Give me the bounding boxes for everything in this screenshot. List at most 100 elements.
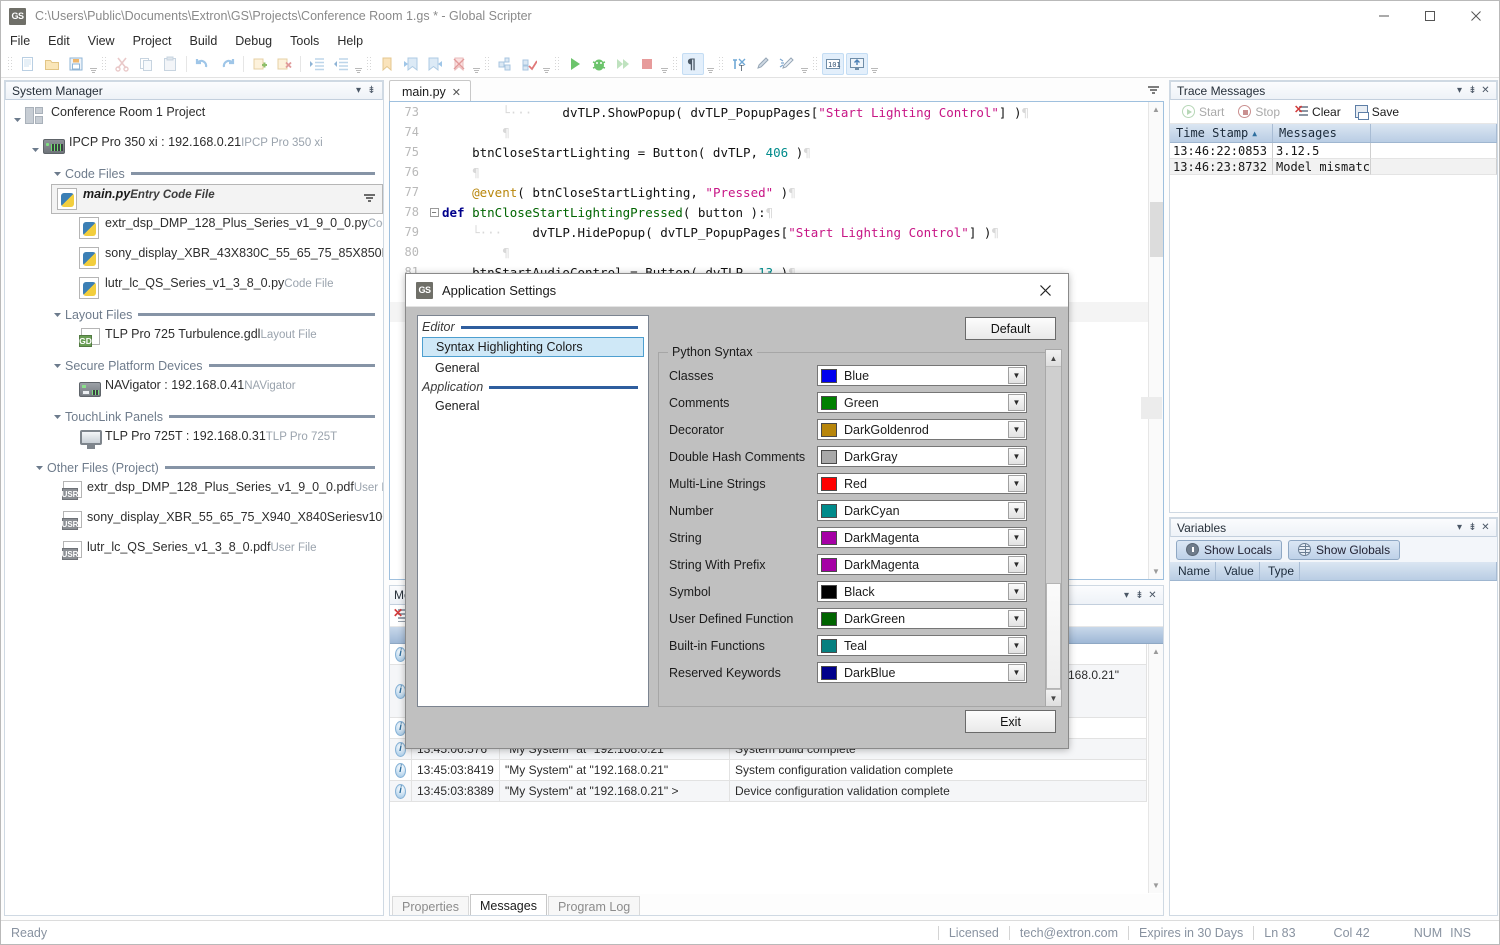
tab-main-py[interactable]: main.py ✕ <box>389 80 471 101</box>
close-button[interactable] <box>1453 1 1499 31</box>
add-item-icon[interactable] <box>249 53 271 75</box>
toolbar-grip-8[interactable] <box>812 56 819 72</box>
copy-icon[interactable] <box>135 53 157 75</box>
build-icon[interactable] <box>494 53 516 75</box>
menu-build[interactable]: Build <box>180 32 226 50</box>
chevron-down-icon[interactable]: ▼ <box>1008 367 1025 384</box>
settings-nav-item[interactable]: General <box>422 397 644 415</box>
close-icon[interactable]: ✕ <box>452 86 461 99</box>
tree-item[interactable]: USR extr_dsp_DMP_128_Plus_Series_v1_9_0_0… <box>5 478 383 508</box>
chevron-down-icon[interactable]: ▼ <box>1008 394 1025 411</box>
settings-nav-list[interactable]: Editor Syntax Highlighting Colors General A… <box>417 315 649 707</box>
expander-icon[interactable] <box>45 516 61 532</box>
toolbar-grip-3[interactable] <box>366 56 373 72</box>
scroll-down-icon[interactable]: ▼ <box>1149 564 1163 579</box>
tree-item[interactable]: USR lutr_lc_QS_Series_v1_3_8_0.pdfUser Fi… <box>5 538 383 568</box>
expander-icon[interactable] <box>63 435 79 451</box>
default-button[interactable]: Default <box>965 317 1056 340</box>
expander-icon[interactable] <box>45 546 61 562</box>
run-icon[interactable] <box>564 53 586 75</box>
variables-col-value[interactable]: Value <box>1216 562 1260 580</box>
menu-file[interactable]: File <box>1 32 39 50</box>
scroll-up-icon[interactable]: ▲ <box>1149 102 1163 117</box>
expander-icon[interactable] <box>63 384 79 400</box>
undo-icon[interactable] <box>192 53 214 75</box>
messages-vertical-scrollbar[interactable]: ▲ ▼ <box>1148 644 1163 893</box>
open-folder-icon[interactable] <box>41 53 63 75</box>
syntax-color-combo[interactable]: DarkGray ▼ <box>817 446 1027 467</box>
menu-help[interactable]: Help <box>328 32 372 50</box>
trace-rows[interactable]: 13:46:22:0853 3.12.5 13:46:23:8732 Model mi… <box>1170 143 1497 175</box>
toolbar-grip-7[interactable] <box>718 56 725 72</box>
toolbar-overflow-8[interactable] <box>869 54 880 74</box>
code-line[interactable]: 79 └··· dvTLP.HidePopup( dvTLP_PopupPage… <box>390 222 1148 242</box>
chevron-down-icon[interactable]: ▼ <box>1008 610 1025 627</box>
prev-bookmark-icon[interactable] <box>400 53 422 75</box>
pin-icon[interactable]: ⇟ <box>1466 521 1479 535</box>
tree-item[interactable]: IPCP Pro 350 xi : 192.168.0.21IPCP Pro 3… <box>5 133 383 163</box>
trace-col-timestamp[interactable]: Time Stamp ▲ <box>1170 124 1273 142</box>
toolbar-overflow-6[interactable] <box>705 54 716 74</box>
tree-item[interactable]: extr_dsp_DMP_128_Plus_Series_v1_9_0_0.py… <box>5 214 383 244</box>
scroll-up-icon[interactable]: ▲ <box>1149 644 1163 659</box>
system-manager-tree[interactable]: Conference Room 1 Project IPCP Pro 350 xi… <box>5 100 383 915</box>
ascii-icon[interactable]: 101 <box>822 53 844 75</box>
chevron-down-icon[interactable]: ▼ <box>1008 583 1025 600</box>
toolbar-overflow-4[interactable] <box>541 54 552 74</box>
new-file-icon[interactable] <box>17 53 39 75</box>
stop-icon[interactable] <box>636 53 658 75</box>
tree-item[interactable]: NAVigator : 192.168.0.41NAVigator <box>5 376 383 406</box>
show-locals-button[interactable]: Show Locals <box>1176 539 1283 560</box>
chevron-down-icon[interactable]: ▼ <box>1008 421 1025 438</box>
tree-group[interactable]: Code Files <box>5 163 383 184</box>
expander-icon[interactable] <box>27 141 43 157</box>
expander-icon[interactable] <box>49 166 65 182</box>
chevron-down-icon[interactable]: ▼ <box>1008 475 1025 492</box>
build-check-icon[interactable] <box>518 53 540 75</box>
find-text-icon[interactable]: T <box>728 53 750 75</box>
expander-icon[interactable] <box>31 460 47 476</box>
syntax-color-combo[interactable]: Teal ▼ <box>817 635 1027 656</box>
paste-icon[interactable] <box>159 53 181 75</box>
toolbar-grip-6[interactable] <box>672 56 679 72</box>
expander-icon[interactable] <box>45 486 61 502</box>
messages-row[interactable]: i 13:45:03:8419 "My System" at "192.168.0.… <box>390 760 1147 781</box>
trace-save-button[interactable]: Save <box>1349 103 1405 121</box>
comment-icon[interactable] <box>752 53 774 75</box>
variables-col-name[interactable]: Name <box>1170 562 1216 580</box>
tree-group[interactable]: Other Files (Project) <box>5 457 383 478</box>
trace-row[interactable]: 13:46:23:8732 Model mismatch <box>1170 159 1497 175</box>
scrollbar-thumb[interactable] <box>1150 202 1163 257</box>
menu-debug[interactable]: Debug <box>226 32 281 50</box>
whitespace-icon[interactable]: ¶ <box>682 53 704 75</box>
trace-row[interactable]: 13:46:22:0853 3.12.5 <box>1170 143 1497 159</box>
trace-col-extra[interactable] <box>1371 124 1497 142</box>
messages-row[interactable]: i 13:45:03:8389 "My System" at "192.168.0.… <box>390 781 1147 802</box>
chevron-down-icon[interactable]: ▼ <box>1008 556 1025 573</box>
syntax-color-combo[interactable]: Black ▼ <box>817 581 1027 602</box>
toolbar-grip[interactable] <box>7 56 14 72</box>
show-globals-button[interactable]: Show Globals <box>1288 539 1401 560</box>
syntax-color-combo[interactable]: DarkGreen ▼ <box>817 608 1027 629</box>
tree-item[interactable]: sony_display_XBR_43X830C_55_65_75_85X850… <box>5 244 383 274</box>
close-icon[interactable]: ✕ <box>1146 588 1159 602</box>
scroll-down-icon[interactable]: ▼ <box>1046 689 1061 706</box>
tab-overflow-icon[interactable] <box>1148 86 1160 98</box>
toolbar-overflow-3[interactable] <box>471 54 482 74</box>
chevron-down-icon[interactable]: ▾ <box>1453 521 1466 535</box>
expander-icon[interactable] <box>63 252 79 268</box>
dialog-vertical-scrollbar[interactable]: ▲ ▼ <box>1045 349 1062 707</box>
close-icon[interactable]: ✕ <box>1479 84 1492 98</box>
syntax-color-combo[interactable]: DarkMagenta ▼ <box>817 527 1027 548</box>
tree-item[interactable]: GD TLP Pro 725 Turbulence.gdlLayout File <box>5 325 383 355</box>
cut-icon[interactable] <box>111 53 133 75</box>
pin-icon[interactable]: ⇟ <box>1466 84 1479 98</box>
trace-col-messages[interactable]: Messages <box>1273 124 1371 142</box>
row-menu-icon[interactable] <box>364 194 376 204</box>
indent-icon[interactable] <box>306 53 328 75</box>
exit-button[interactable]: Exit <box>965 710 1056 733</box>
settings-nav-item[interactable]: Syntax Highlighting Colors <box>422 337 644 357</box>
syntax-color-combo[interactable]: DarkCyan ▼ <box>817 500 1027 521</box>
debug-icon[interactable] <box>588 53 610 75</box>
syntax-color-combo[interactable]: Green ▼ <box>817 392 1027 413</box>
